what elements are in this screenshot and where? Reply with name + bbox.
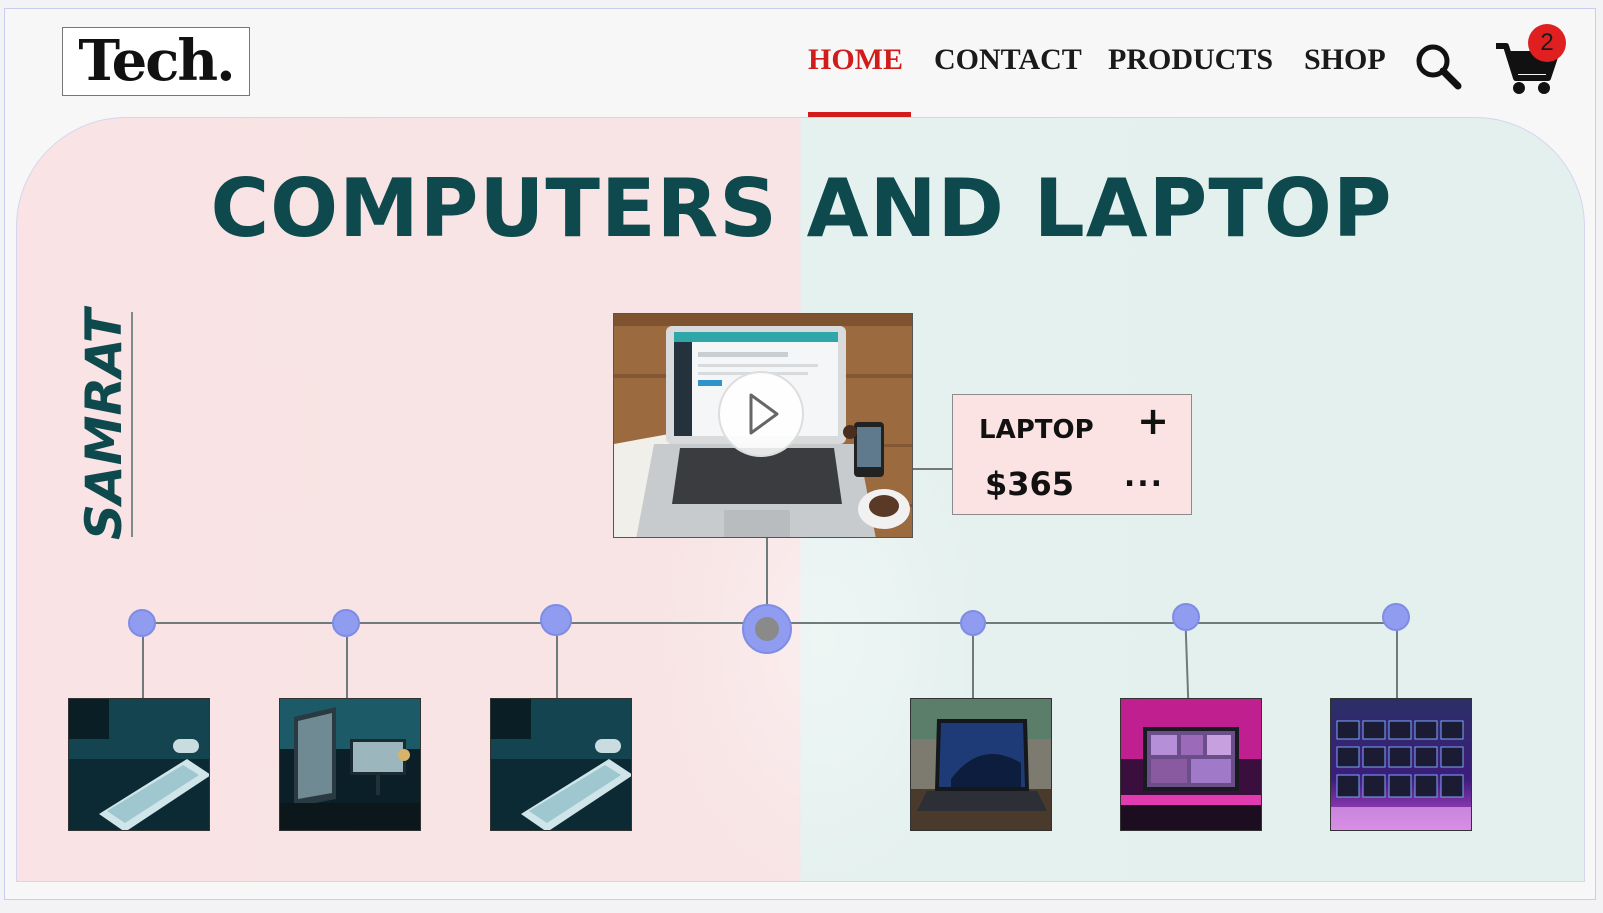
thumb-stem-7	[1396, 631, 1398, 699]
thumb-stem-5	[972, 636, 974, 699]
bottom-border	[4, 899, 1596, 900]
logo[interactable]: Tech.	[62, 27, 250, 96]
thumbnail-3[interactable]	[490, 698, 632, 831]
nav-home[interactable]: HOME	[808, 40, 903, 80]
thumb-stem-3	[556, 636, 558, 699]
vertical-divider	[131, 312, 133, 537]
keyboard-photo	[69, 699, 209, 830]
thumbnail-2[interactable]	[279, 698, 421, 831]
more-options-button[interactable]: ...	[1117, 459, 1171, 499]
add-to-cart-button[interactable]: +	[1133, 401, 1173, 441]
rgb-keyboard-photo	[1331, 699, 1471, 830]
timeline-dot-3[interactable]	[540, 604, 572, 636]
thumbnail-5[interactable]	[1120, 698, 1262, 831]
timeline-dot-5[interactable]	[960, 610, 986, 636]
timeline-dot-2[interactable]	[332, 609, 360, 637]
nav-products[interactable]: PRODUCTS	[1108, 40, 1273, 80]
nav-contact[interactable]: CONTACT	[934, 40, 1082, 80]
timeline-dot-active[interactable]	[742, 604, 792, 654]
monitor-desk-photo	[280, 699, 420, 830]
thumb-stem-2	[346, 637, 348, 699]
cart-count-badge: 2	[1528, 24, 1566, 62]
featured-connector-line	[766, 538, 768, 613]
search-button[interactable]	[1412, 40, 1464, 92]
thumbnail-1[interactable]	[68, 698, 210, 831]
product-card: LAPTOP + $365 ...	[952, 394, 1192, 515]
pink-workstation-photo	[1121, 699, 1261, 830]
timeline-dot-1[interactable]	[128, 609, 156, 637]
timeline-dot-7[interactable]	[1382, 603, 1410, 631]
product-name: LAPTOP	[979, 415, 1094, 445]
search-icon	[1416, 44, 1462, 90]
laptop-desk-photo	[911, 699, 1051, 830]
play-icon	[749, 393, 779, 435]
thumbnail-6[interactable]	[1330, 698, 1472, 831]
nav-shop[interactable]: SHOP	[1304, 40, 1386, 80]
hero-title: COMPUTERS AND LAPTOP	[210, 162, 1393, 255]
keyboard-photo	[491, 699, 631, 830]
thumbnail-4[interactable]	[910, 698, 1052, 831]
thumb-stem-1	[142, 637, 144, 699]
card-connector-line	[913, 468, 953, 470]
product-price: $365	[985, 465, 1075, 503]
vertical-brand-text: SAMRAT	[75, 309, 133, 540]
timeline-dot-6[interactable]	[1172, 603, 1200, 631]
